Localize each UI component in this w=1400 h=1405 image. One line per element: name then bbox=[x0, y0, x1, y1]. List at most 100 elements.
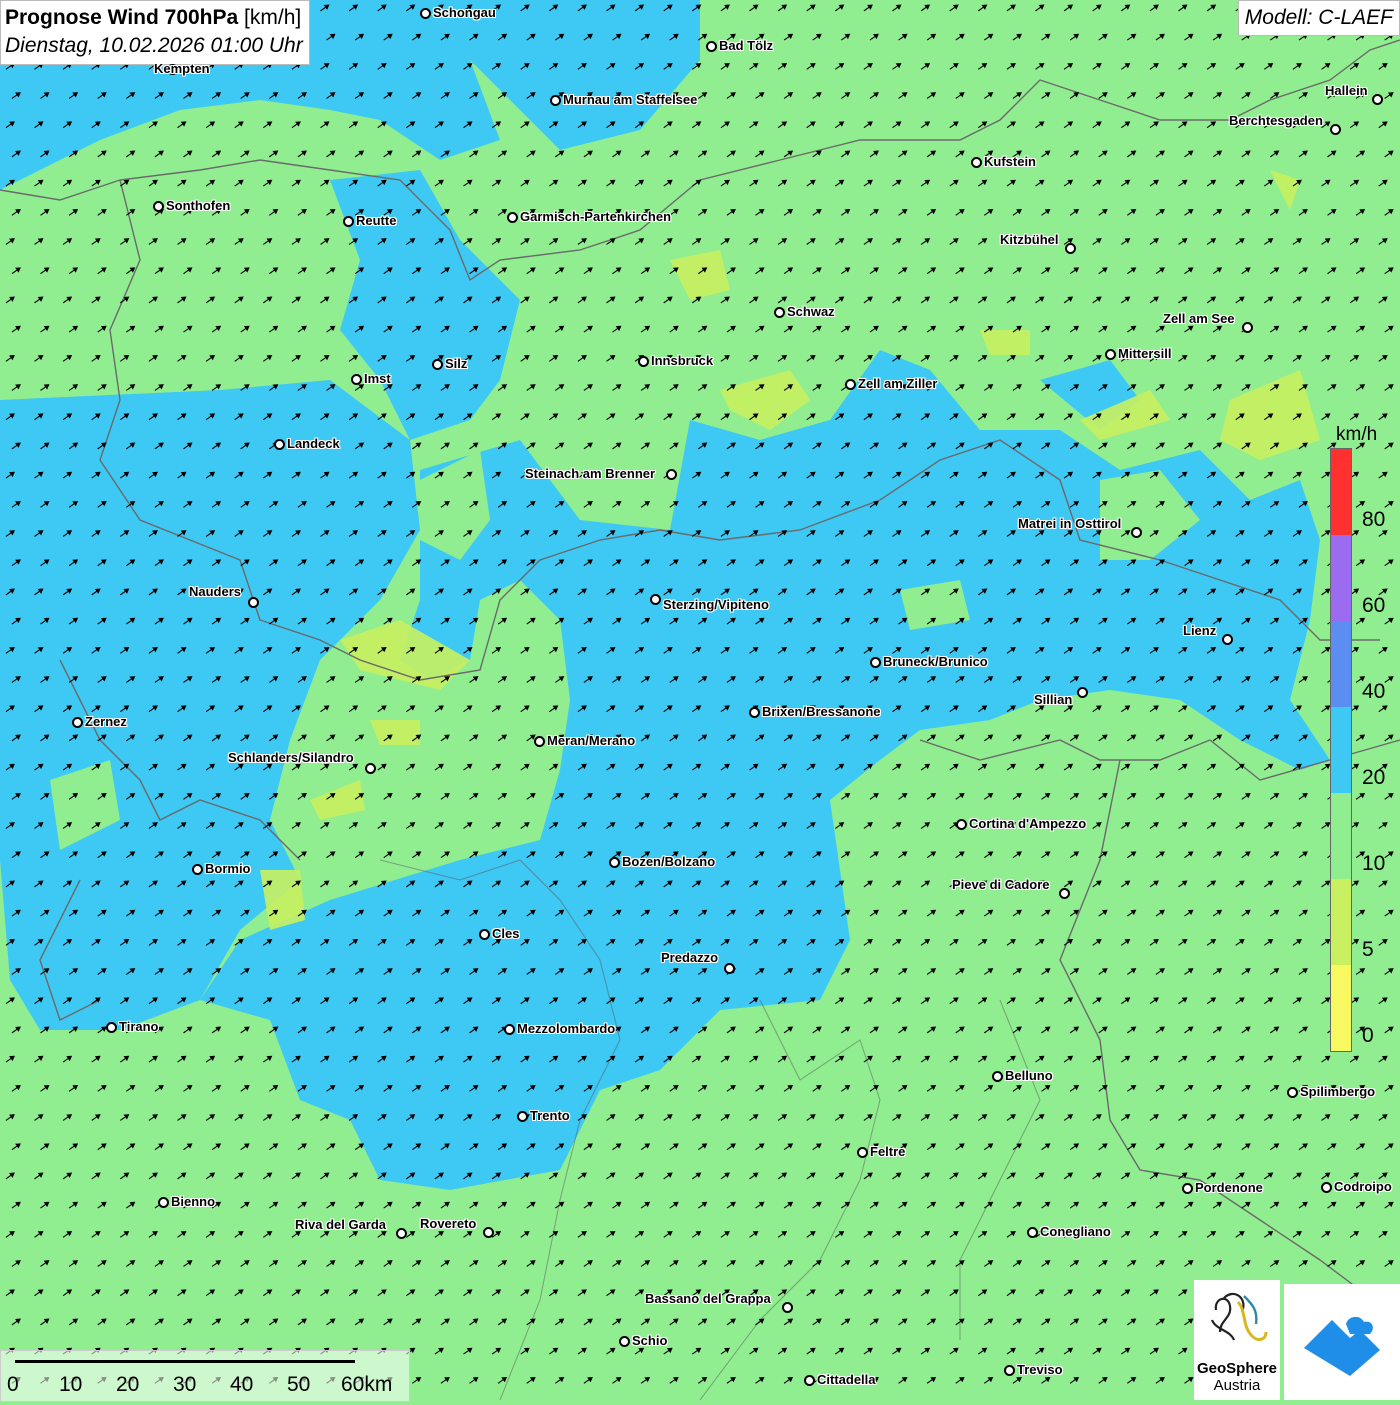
city-marker bbox=[343, 216, 354, 227]
city-label: Imst bbox=[364, 371, 391, 386]
legend-label-60: 60 bbox=[1362, 594, 1386, 617]
city-label: Steinach am Brenner bbox=[525, 466, 656, 481]
legend-segment-80 bbox=[1331, 449, 1351, 535]
city-label: Zell am See bbox=[1163, 311, 1235, 326]
city-label: Bozen/Bolzano bbox=[622, 854, 716, 869]
city-marker bbox=[845, 379, 856, 390]
city-label: Silz bbox=[445, 356, 468, 371]
city-marker bbox=[1222, 634, 1233, 645]
city-label: Kitzbühel bbox=[1000, 232, 1059, 247]
legend-segment-5 bbox=[1331, 879, 1351, 965]
city-marker bbox=[248, 597, 259, 608]
legend-label-20: 20 bbox=[1362, 766, 1386, 789]
city-label: Schwaz bbox=[787, 304, 835, 319]
city-label: Brixen/Bressanone bbox=[762, 704, 881, 719]
city-marker bbox=[1131, 527, 1142, 538]
city-label: Nauders bbox=[189, 584, 242, 599]
geosphere-emblem-icon bbox=[1210, 1292, 1268, 1341]
city-label: Bormio bbox=[205, 861, 251, 876]
weather-app-logo[interactable] bbox=[1284, 1284, 1400, 1400]
city-label: Meran/Merano bbox=[547, 733, 636, 748]
city-marker bbox=[396, 1228, 407, 1239]
city-label: Mezzolombardo bbox=[517, 1021, 616, 1036]
geosphere-country: Austria bbox=[1213, 1377, 1261, 1394]
city-marker bbox=[1287, 1087, 1298, 1098]
city-label: Tirano bbox=[119, 1019, 159, 1034]
legend-bar bbox=[1330, 448, 1352, 1052]
city-marker bbox=[534, 736, 545, 747]
legend-label-40: 40 bbox=[1362, 680, 1386, 703]
legend-segment-60 bbox=[1331, 535, 1351, 621]
city-label: Sillian bbox=[1034, 692, 1073, 707]
city-marker bbox=[857, 1147, 868, 1158]
legend-segment-40 bbox=[1331, 621, 1351, 707]
city-label: Sonthofen bbox=[166, 198, 231, 213]
forecast-date: Dienstag, 10.02.2026 01:00 Uhr bbox=[5, 34, 303, 57]
city-label: Mittersill bbox=[1118, 346, 1172, 361]
city-marker bbox=[507, 212, 518, 223]
title-box: Prognose Wind 700hPa [km/h] Dienstag, 10… bbox=[0, 0, 310, 65]
legend-segment-20 bbox=[1331, 707, 1351, 793]
city-marker bbox=[365, 763, 376, 774]
city-marker bbox=[609, 857, 620, 868]
color-legend: km/h 80 60 40 20 10 5 0 bbox=[1326, 420, 1386, 1060]
city-label: Berchtesgaden bbox=[1229, 113, 1323, 128]
city-marker bbox=[1321, 1182, 1332, 1193]
city-label: Riva del Garda bbox=[295, 1217, 387, 1232]
city-label: Cittadella bbox=[817, 1372, 876, 1387]
city-marker bbox=[72, 717, 83, 728]
city-marker bbox=[724, 963, 735, 974]
city-label: Trento bbox=[530, 1108, 570, 1123]
legend-segment-10 bbox=[1331, 793, 1351, 879]
city-marker bbox=[1077, 687, 1088, 698]
city-marker bbox=[1182, 1183, 1193, 1194]
city-label: Zell am Ziller bbox=[858, 376, 938, 391]
city-label: Schongau bbox=[433, 5, 496, 20]
city-marker bbox=[550, 95, 561, 106]
map-title: Prognose Wind 700hPa bbox=[5, 6, 239, 29]
city-marker bbox=[420, 8, 431, 19]
city-marker bbox=[1059, 888, 1070, 899]
city-label: Matrei in Osttirol bbox=[1018, 516, 1122, 531]
scale-line bbox=[15, 1360, 355, 1363]
model-label: Modell: C-LAEF bbox=[1237, 0, 1400, 36]
city-marker bbox=[666, 469, 677, 480]
city-marker bbox=[1242, 322, 1253, 333]
city-label: Hallein bbox=[1325, 83, 1368, 98]
city-marker bbox=[1330, 124, 1341, 135]
city-label: Innsbruck bbox=[651, 353, 714, 368]
mountain-cloud-icon bbox=[1304, 1316, 1380, 1376]
city-marker bbox=[192, 864, 203, 875]
city-label: Murnau am Staffelsee bbox=[563, 92, 698, 107]
city-marker bbox=[638, 356, 649, 367]
legend-label-0: 0 bbox=[1362, 1024, 1374, 1047]
city-label: Schlanders/Silandro bbox=[228, 750, 354, 765]
city-marker bbox=[517, 1111, 528, 1122]
city-marker bbox=[1065, 243, 1076, 254]
city-marker bbox=[619, 1336, 630, 1347]
city-marker bbox=[804, 1375, 815, 1386]
city-marker bbox=[992, 1071, 1003, 1082]
city-label: Bassano del Grappa bbox=[645, 1291, 771, 1306]
city-label: Bienno bbox=[171, 1194, 216, 1209]
city-marker bbox=[870, 657, 881, 668]
scale-bar: 0 10 20 30 40 50 60km bbox=[0, 1350, 410, 1402]
city-marker bbox=[479, 929, 490, 940]
city-marker bbox=[1372, 94, 1383, 105]
city-label: Kufstein bbox=[984, 154, 1036, 169]
legend-label-5: 5 bbox=[1362, 938, 1374, 961]
scale-label-40: 40 bbox=[230, 1373, 254, 1396]
city-label: Predazzo bbox=[661, 950, 719, 965]
city-label: Cortina d'Ampezzo bbox=[969, 816, 1087, 831]
city-label: Sterzing/Vipiteno bbox=[663, 597, 769, 612]
city-marker bbox=[1004, 1365, 1015, 1376]
scale-label-20: 20 bbox=[116, 1373, 140, 1396]
city-marker bbox=[749, 707, 760, 718]
city-marker bbox=[650, 594, 661, 605]
city-marker bbox=[971, 157, 982, 168]
city-label: Bruneck/Brunico bbox=[883, 654, 988, 669]
city-label: Garmisch-Partenkirchen bbox=[520, 209, 672, 224]
city-label: Pieve di Cadore bbox=[952, 877, 1050, 892]
scale-label-30: 30 bbox=[173, 1373, 197, 1396]
geosphere-austria-logo[interactable]: GeoSphere Austria bbox=[1194, 1280, 1280, 1400]
